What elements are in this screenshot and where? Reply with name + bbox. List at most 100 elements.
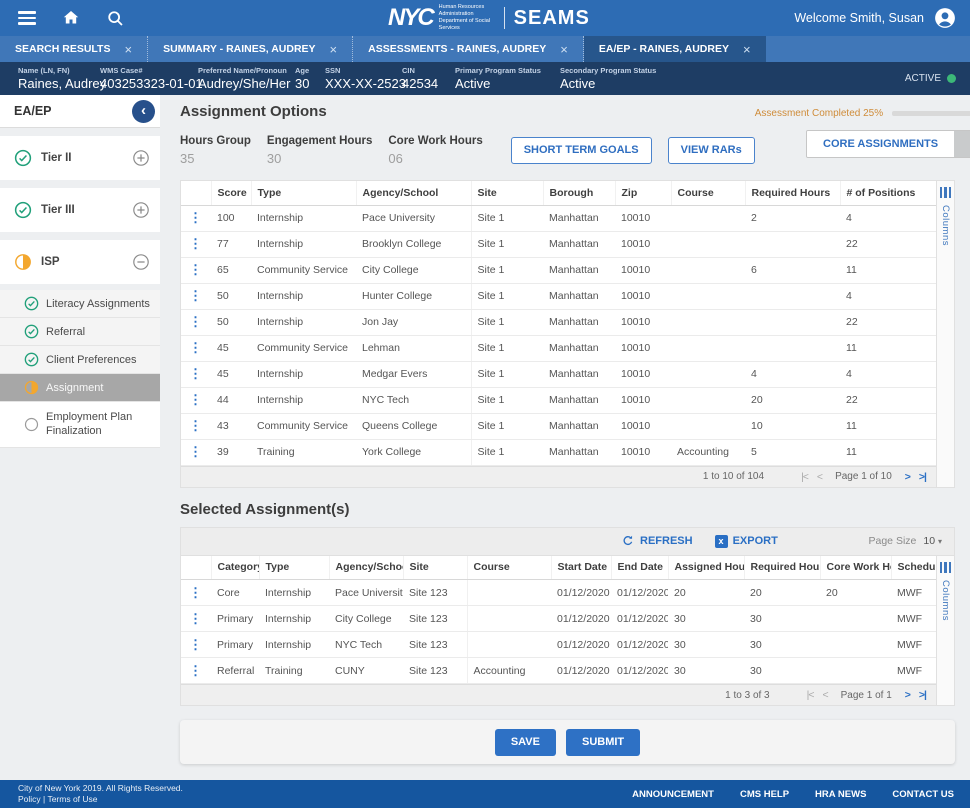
sidebar-item-literacy-assignments[interactable]: Literacy Assignments	[0, 290, 160, 318]
table-row[interactable]: ⋮ 45 Internship Medgar Evers Site 1 Manhattan…	[181, 361, 936, 388]
column-header[interactable]: # of Positions	[840, 181, 936, 206]
column-header[interactable]: Required Hours	[745, 181, 841, 206]
row-menu-icon[interactable]: ⋮	[187, 663, 202, 678]
row-menu-icon[interactable]: ⋮	[187, 637, 202, 652]
row-menu-icon[interactable]: ⋮	[187, 314, 202, 329]
column-header[interactable]: Course	[671, 181, 746, 206]
submit-button[interactable]: SUBMIT	[565, 728, 641, 756]
home-icon[interactable]	[60, 7, 82, 29]
previous-page-icon[interactable]: <	[817, 471, 823, 483]
row-menu-icon[interactable]: ⋮	[187, 288, 202, 303]
next-page-icon[interactable]: >	[905, 689, 911, 701]
column-header[interactable]: Score	[211, 181, 252, 206]
core-assignments-button[interactable]: CORE ASSIGNMENTS	[807, 131, 955, 157]
search-icon[interactable]	[104, 7, 126, 29]
columns-tool-panel[interactable]: Columns	[936, 555, 954, 705]
columns-tool-panel[interactable]: Columns	[936, 181, 954, 487]
column-header[interactable]: Required Hours	[744, 555, 821, 580]
last-page-icon[interactable]: >|	[919, 689, 927, 701]
column-header[interactable]: Site	[403, 555, 468, 580]
table-row[interactable]: ⋮ 65 Community Service City College Site 1 Ma…	[181, 257, 936, 284]
column-header[interactable]: Core Work Hours	[820, 555, 892, 580]
column-header[interactable]: Zip	[615, 181, 672, 206]
column-header[interactable]: Type	[259, 555, 330, 580]
tab-ea-ep[interactable]: EA/EP - RAINES, AUDREY ×	[583, 36, 766, 62]
close-icon[interactable]: ×	[330, 42, 338, 57]
user-avatar-icon[interactable]	[934, 7, 956, 29]
sidebar-item-referral[interactable]: Referral	[0, 318, 160, 346]
column-header[interactable]: Site	[471, 181, 544, 206]
row-menu-icon[interactable]: ⋮	[187, 392, 202, 407]
row-menu-icon[interactable]: ⋮	[187, 236, 202, 251]
sidebar-item-tier-iii[interactable]: Tier III	[0, 188, 160, 232]
column-header[interactable]: Category	[211, 555, 260, 580]
column-header[interactable]: Agency/School	[329, 555, 404, 580]
primary-assignments-button[interactable]: PRIMARY ASSIGNMENTS	[954, 131, 970, 157]
row-menu-icon[interactable]: ⋮	[187, 366, 202, 381]
row-menu-icon[interactable]: ⋮	[187, 418, 202, 433]
collapse-minus-icon[interactable]	[132, 253, 150, 271]
table-row[interactable]: ⋮ 50 Internship Hunter College Site 1 Manhatt…	[181, 283, 936, 310]
save-button[interactable]: SAVE	[494, 728, 556, 756]
table-row[interactable]: ⋮ 43 Community Service Queens College Site 1…	[181, 413, 936, 440]
table-row[interactable]: ⋮ 44 Internship NYC Tech Site 1 Manhattan 1001…	[181, 387, 936, 414]
row-menu-icon[interactable]: ⋮	[187, 444, 202, 459]
table-row[interactable]: ⋮ 100 Internship Pace University Site 1 Manha…	[181, 205, 936, 232]
footer-link-contact-us[interactable]: CONTACT US	[892, 789, 954, 800]
sidebar-item-client-preferences[interactable]: Client Preferences	[0, 346, 160, 374]
close-icon[interactable]: ×	[560, 42, 568, 57]
page-size-select[interactable]: 10 ▾	[923, 535, 942, 547]
menu-icon[interactable]	[16, 7, 38, 29]
row-menu-icon[interactable]: ⋮	[187, 585, 202, 600]
export-button[interactable]: x EXPORT	[714, 534, 778, 548]
sidebar-item-isp[interactable]: ISP	[0, 240, 160, 284]
column-header[interactable]: Course	[467, 555, 552, 580]
pending-circle-icon	[24, 417, 39, 432]
sidebar-item-tier-ii[interactable]: Tier II	[0, 136, 160, 180]
sidebar-item-employment-plan-finalization[interactable]: Employment Plan Finalization	[0, 402, 160, 448]
tab-assessments[interactable]: ASSESSMENTS - RAINES, AUDREY ×	[353, 36, 584, 62]
table-row[interactable]: ⋮ 77 Internship Brooklyn College Site 1 Manha…	[181, 231, 936, 258]
table-row[interactable]: ⋮ Referral Training CUNY Site 123 Accounting 0…	[181, 657, 936, 684]
view-rars-button[interactable]: VIEW RARs	[667, 136, 755, 164]
first-page-icon[interactable]: |<	[807, 689, 815, 701]
row-menu-icon[interactable]: ⋮	[187, 340, 202, 355]
column-header[interactable]: Type	[251, 181, 357, 206]
row-menu-icon[interactable]: ⋮	[187, 611, 202, 626]
table-row[interactable]: ⋮ Core Internship Pace University Site 123 01…	[181, 579, 936, 606]
column-header[interactable]: Schedule	[891, 555, 936, 580]
row-menu-icon[interactable]: ⋮	[187, 210, 202, 225]
column-header[interactable]: End Date	[611, 555, 669, 580]
footer-link-hra-news[interactable]: HRA NEWS	[815, 789, 866, 800]
table-row[interactable]: ⋮ Primary Internship NYC Tech Site 123 01/12/…	[181, 631, 936, 658]
last-page-icon[interactable]: >|	[919, 471, 927, 483]
tab-search-results[interactable]: SEARCH RESULTS ×	[0, 36, 149, 62]
table-cell: 43	[211, 413, 251, 440]
column-header[interactable]: Borough	[543, 181, 616, 206]
sidebar-collapse-icon[interactable]: ‹	[132, 100, 155, 123]
table-row[interactable]: ⋮ Primary Internship City College Site 123 01…	[181, 605, 936, 632]
column-header[interactable]: Start Date	[551, 555, 612, 580]
next-page-icon[interactable]: >	[905, 471, 911, 483]
table-row[interactable]: ⋮ 50 Internship Jon Jay Site 1 Manhattan 10010…	[181, 309, 936, 336]
footer-policy-links[interactable]: Policy | Terms of Use	[18, 794, 183, 805]
expand-plus-icon[interactable]	[132, 149, 150, 167]
first-page-icon[interactable]: |<	[801, 471, 809, 483]
expand-plus-icon[interactable]	[132, 201, 150, 219]
columns-icon[interactable]	[939, 187, 952, 198]
column-header[interactable]: Agency/School	[356, 181, 472, 206]
refresh-button[interactable]: REFRESH	[621, 534, 693, 548]
columns-icon[interactable]	[939, 561, 952, 573]
close-icon[interactable]: ×	[124, 42, 132, 57]
sidebar-item-assignment[interactable]: Assignment	[0, 374, 160, 402]
row-menu-icon[interactable]: ⋮	[187, 262, 202, 277]
column-header[interactable]: Assigned Hours	[668, 555, 745, 580]
footer-link-announcement[interactable]: ANNOUNCEMENT	[632, 789, 714, 800]
close-icon[interactable]: ×	[743, 42, 751, 57]
footer-link-cms-help[interactable]: CMS HELP	[740, 789, 789, 800]
short-term-goals-button[interactable]: SHORT TERM GOALS	[510, 136, 652, 164]
tab-summary[interactable]: SUMMARY - RAINES, AUDREY ×	[148, 36, 354, 62]
table-row[interactable]: ⋮ 39 Training York College Site 1 Manhattan 10…	[181, 439, 936, 466]
table-row[interactable]: ⋮ 45 Community Service Lehman Site 1 Manhatta…	[181, 335, 936, 362]
previous-page-icon[interactable]: <	[822, 689, 828, 701]
